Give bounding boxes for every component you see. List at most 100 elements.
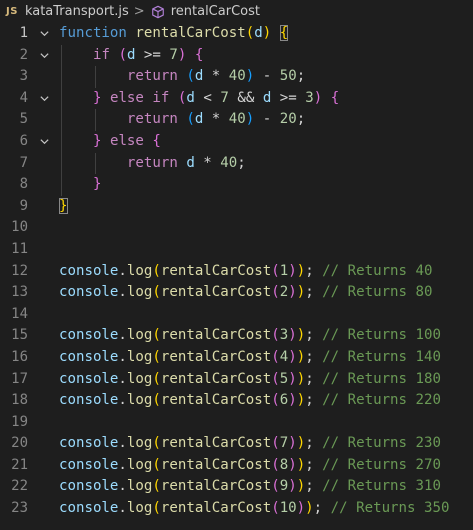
code-token: rentalCarCost xyxy=(160,284,272,301)
code-token: rentalCarCost xyxy=(160,262,272,279)
code-token: ; xyxy=(305,284,323,301)
code-token: . xyxy=(118,327,127,344)
code-token: 20 xyxy=(279,111,297,128)
code-token: ; xyxy=(305,435,323,452)
code-line[interactable]: 2 if (d >= 7) { xyxy=(0,44,473,67)
code-line[interactable]: 11 xyxy=(0,239,473,261)
code-token: ; xyxy=(296,68,306,85)
code-text: console.log(rentalCarCost(6)); // Return… xyxy=(59,390,441,412)
code-token: 10 xyxy=(279,500,297,517)
code-line[interactable]: 16 console.log(rentalCarCost(4)); // Retu… xyxy=(0,347,473,369)
code-token: 7 xyxy=(220,89,229,106)
code-text: console.log(rentalCarCost(4)); // Return… xyxy=(59,347,441,369)
code-line[interactable]: 1 function rentalCarCost(d) { xyxy=(0,23,473,45)
code-text: console.log(rentalCarCost(8)); // Return… xyxy=(59,455,441,477)
code-line[interactable]: 6 } else { xyxy=(0,130,473,153)
code-line[interactable]: 5 return (d * 40) - 20; xyxy=(0,109,473,131)
code-token: . xyxy=(118,435,127,452)
line-number: 17 xyxy=(11,370,28,387)
code-token: 40 xyxy=(220,154,238,171)
code-token: ) xyxy=(262,25,272,41)
javascript-file-icon: JS xyxy=(6,6,18,17)
code-line[interactable]: 8 } xyxy=(0,174,473,196)
code-token: // Returns 140 xyxy=(322,348,441,365)
code-token: 3 xyxy=(279,327,289,344)
code-line[interactable]: 20 console.log(rentalCarCost(7)); // Retu… xyxy=(0,433,473,455)
code-token: // Returns 100 xyxy=(322,327,441,344)
code-token: log xyxy=(126,456,153,473)
code-token: d xyxy=(186,154,195,171)
code-line[interactable]: 9} xyxy=(0,196,473,218)
code-token: ( xyxy=(271,478,280,495)
code-token: console xyxy=(59,392,119,409)
code-text: console.log(rentalCarCost(3)); // Return… xyxy=(59,325,441,347)
breadcrumb-file[interactable]: kataTransport.js xyxy=(25,4,129,19)
code-token: ( xyxy=(152,456,161,473)
code-text: return (d * 40) - 50; xyxy=(59,66,305,88)
code-token: log xyxy=(126,348,153,365)
code-line[interactable]: 12 console.log(rentalCarCost(1)); // Retu… xyxy=(0,261,473,283)
code-editor[interactable]: 1 function rentalCarCost(d) {2 if (d >= 7… xyxy=(0,23,473,520)
code-token: ; xyxy=(313,500,331,517)
code-token: console xyxy=(59,348,119,365)
code-token: ) xyxy=(288,435,297,452)
code-line[interactable]: 17 console.log(rentalCarCost(5)); // Retu… xyxy=(0,369,473,391)
code-line[interactable]: 7 return d * 40; xyxy=(0,152,473,175)
code-token: { xyxy=(152,132,161,149)
code-token: >= xyxy=(135,46,170,63)
code-token: ) xyxy=(296,348,306,365)
code-line[interactable]: 10 xyxy=(0,217,473,239)
code-token: . xyxy=(118,370,127,387)
code-line[interactable]: 4 } else if (d < 7 && d >= 3) { xyxy=(0,87,473,110)
code-token: ) xyxy=(296,327,306,344)
code-token: // Returns 180 xyxy=(322,370,441,387)
code-text: } else { xyxy=(59,131,161,153)
code-line[interactable]: 14 xyxy=(0,304,473,326)
line-number: 21 xyxy=(11,456,28,473)
code-token: ) xyxy=(296,500,306,517)
code-token: // Returns 220 xyxy=(322,392,441,409)
code-token: 3 xyxy=(305,89,314,106)
fold-chevron-icon[interactable] xyxy=(37,131,51,153)
line-number: 14 xyxy=(11,305,28,322)
code-token: ) xyxy=(296,284,306,301)
code-text: console.log(rentalCarCost(2)); // Return… xyxy=(59,282,432,304)
fold-chevron-icon[interactable] xyxy=(37,23,51,45)
code-token: ( xyxy=(271,262,280,279)
code-token: else xyxy=(109,89,144,106)
code-line[interactable]: 3 return (d * 40) - 50; xyxy=(0,66,473,88)
code-token: 2 xyxy=(279,284,289,301)
code-token: ; xyxy=(305,370,323,387)
code-line[interactable]: 22 console.log(rentalCarCost(9)); // Retu… xyxy=(0,476,473,498)
code-token: ) xyxy=(296,370,306,387)
code-line[interactable]: 18 console.log(rentalCarCost(6)); // Retu… xyxy=(0,390,473,412)
code-text: return d * 40; xyxy=(59,153,246,175)
code-token: ) xyxy=(296,392,306,409)
code-token: . xyxy=(118,500,127,517)
code-line[interactable]: 19 xyxy=(0,412,473,434)
code-token: { xyxy=(194,46,204,63)
fold-chevron-icon[interactable] xyxy=(37,88,51,110)
code-token: 6 xyxy=(279,392,289,409)
code-token: ) xyxy=(296,262,306,279)
code-token: ( xyxy=(271,348,280,365)
code-line[interactable]: 13 console.log(rentalCarCost(2)); // Retu… xyxy=(0,282,473,304)
code-token: ) xyxy=(305,500,314,517)
code-token: // Returns 230 xyxy=(322,435,441,452)
code-token: rentalCarCost xyxy=(160,500,272,517)
code-token: ) xyxy=(288,370,297,387)
line-number: 4 xyxy=(19,89,28,106)
code-token: ( xyxy=(152,284,161,301)
code-text: console.log(rentalCarCost(9)); // Return… xyxy=(59,476,441,498)
code-token: 7 xyxy=(279,435,289,452)
code-line[interactable]: 15 console.log(rentalCarCost(3)); // Retu… xyxy=(0,325,473,347)
code-line[interactable]: 23 console.log(rentalCarCost(10)); // Ret… xyxy=(0,498,473,520)
breadcrumb-symbol[interactable]: rentalCarCost xyxy=(171,4,260,19)
fold-chevron-icon[interactable] xyxy=(37,45,51,67)
code-line[interactable]: 21 console.log(rentalCarCost(8)); // Retu… xyxy=(0,455,473,477)
code-token: ( xyxy=(152,435,161,452)
breadcrumb-separator: > xyxy=(133,4,145,19)
code-text: } xyxy=(59,196,68,218)
code-token: 40 xyxy=(228,111,246,128)
